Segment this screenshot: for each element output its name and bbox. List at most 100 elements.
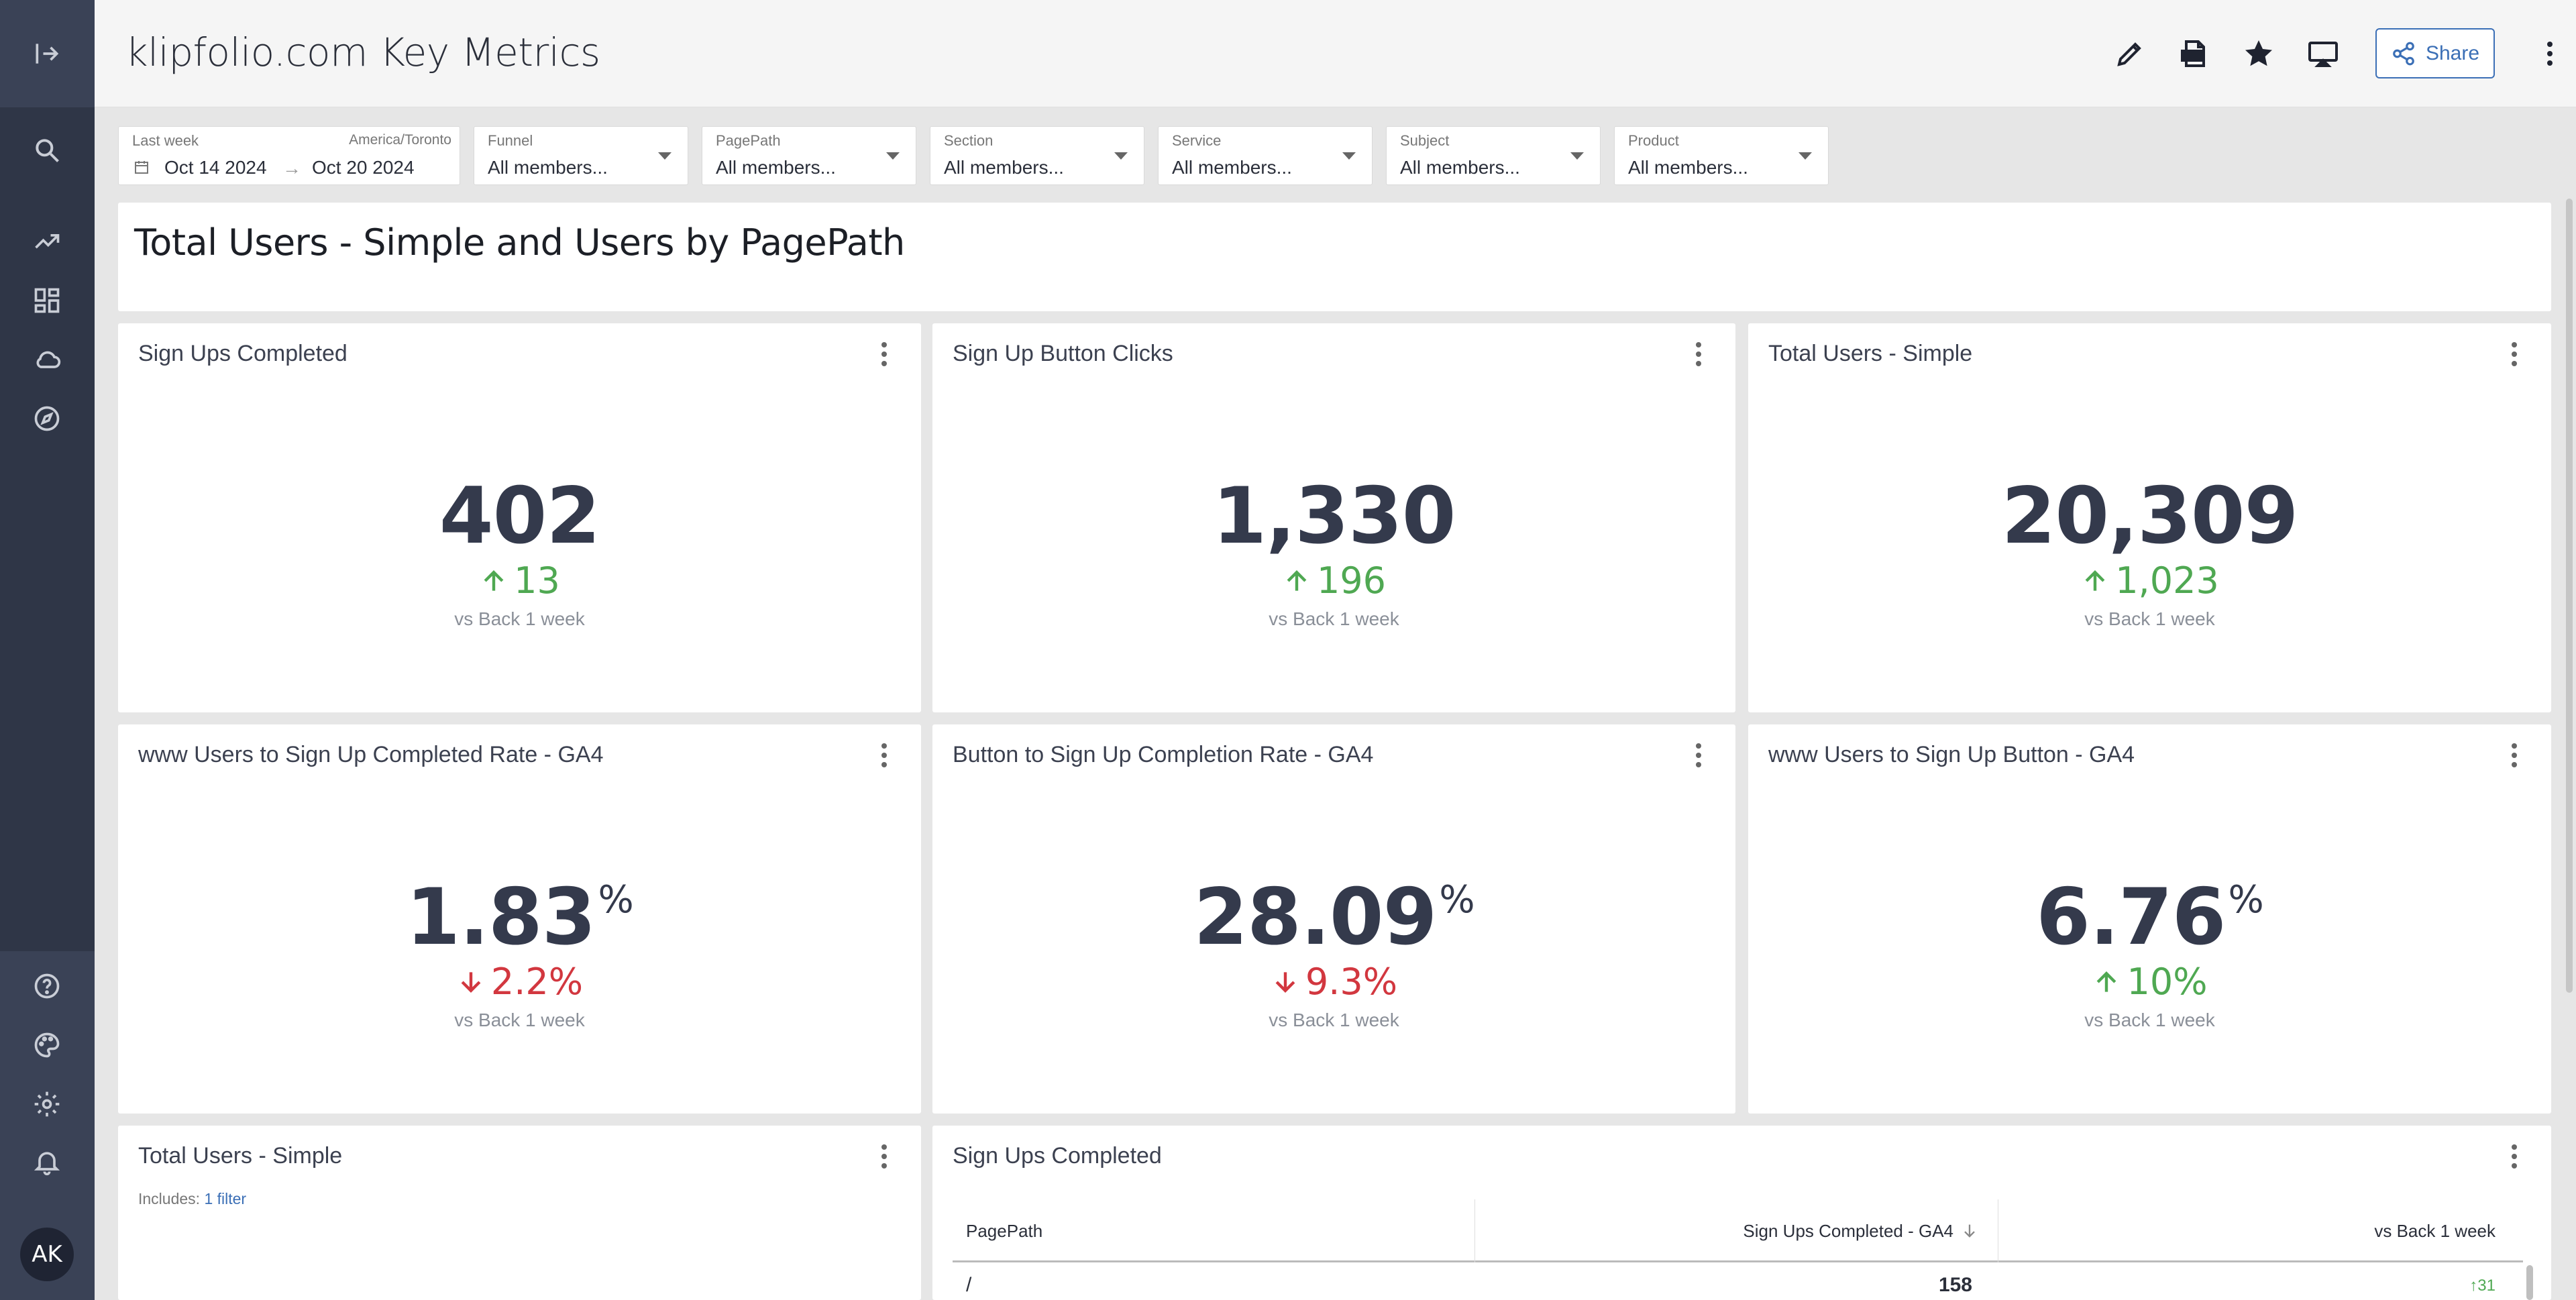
cloud-icon[interactable] (30, 342, 64, 377)
card-title: Total Users - Simple (1768, 341, 1973, 366)
card-sign-ups-completed-table: Sign Ups Completed PagePath Sign Ups Com… (932, 1126, 2551, 1300)
filter-funnel[interactable]: Funnel All members... (474, 126, 688, 185)
card-menu-icon[interactable] (879, 339, 889, 369)
card-title: Sign Ups Completed (138, 341, 347, 366)
metric-delta: 196 (932, 561, 1735, 600)
arrow-right-icon: → (282, 158, 301, 178)
chevron-down-icon (886, 152, 900, 160)
date-end: Oct 20 2024 (312, 157, 415, 178)
metric-block: 20,309 1,023 vs Back 1 week (1748, 478, 2551, 630)
page-scrollbar[interactable] (2566, 199, 2573, 993)
card-title: Sign Up Button Clicks (953, 341, 1173, 366)
chevron-down-icon (1799, 152, 1812, 160)
timezone-label: America/Toronto (349, 132, 451, 148)
table-scrollbar[interactable] (2526, 1265, 2533, 1300)
chevron-down-icon (1342, 152, 1356, 160)
filter-service-value: All members... (1172, 157, 1292, 178)
filter-service-label: Service (1172, 132, 1222, 149)
section-banner: Total Users - Simple and Users by PagePa… (118, 203, 2551, 311)
filter-section[interactable]: Section All members... (930, 126, 1144, 185)
notifications-bell-icon[interactable] (30, 1144, 64, 1179)
filter-subject-label: Subject (1400, 132, 1450, 149)
user-avatar[interactable]: AK (20, 1228, 74, 1281)
chevron-down-icon (1114, 152, 1128, 160)
cell-vs-back: ↑31 (2469, 1277, 2496, 1295)
includes-label: Includes: (138, 1190, 201, 1207)
arrow-up-icon (484, 570, 504, 591)
metric-card-total-users-simple: Total Users - Simple 20,309 1,023 vs Bac… (1748, 323, 2551, 712)
filter-service[interactable]: Service All members... (1158, 126, 1373, 185)
chevron-down-icon (658, 152, 672, 160)
metric-comparison: vs Back 1 week (454, 608, 585, 630)
search-icon[interactable] (30, 133, 64, 168)
card-title: Total Users - Simple (138, 1143, 343, 1169)
chevron-down-icon (1570, 152, 1584, 160)
card-menu-icon[interactable] (2510, 741, 2519, 770)
filter-subject[interactable]: Subject All members... (1386, 126, 1601, 185)
card-menu-icon[interactable] (879, 1142, 889, 1171)
palette-icon[interactable] (30, 1028, 64, 1063)
share-button[interactable]: Share (2375, 28, 2495, 78)
favorite-star-icon[interactable] (2240, 35, 2277, 72)
more-options-icon[interactable] (2531, 35, 2569, 72)
table-row[interactable]: / 158 ↑31 (953, 1264, 2523, 1300)
card-menu-icon[interactable] (879, 741, 889, 770)
column-header-sign-ups[interactable]: Sign Ups Completed - GA4 (1483, 1199, 1979, 1262)
date-range-label: Last week (132, 132, 199, 149)
sort-descending-icon (1964, 1224, 1975, 1238)
includes-filter-link[interactable]: 1 filter (204, 1190, 246, 1207)
metric-card-sign-up-button-clicks: Sign Up Button Clicks 1,330 196 vs Back … (932, 323, 1735, 712)
compass-icon[interactable] (30, 401, 64, 436)
tv-mode-icon[interactable] (2304, 35, 2342, 72)
page-title: klipfolio.com Key Metrics (125, 30, 600, 75)
metric-unit: % (1439, 878, 1474, 922)
metric-card-www-users-to-sign-up-button: www Users to Sign Up Button - GA4 6.76% … (1748, 724, 2551, 1114)
filter-funnel-label: Funnel (488, 132, 533, 149)
metric-block: 1,330 196 vs Back 1 week (932, 478, 1735, 630)
card-menu-icon[interactable] (2510, 1142, 2519, 1171)
expand-sidebar-icon[interactable] (30, 36, 64, 71)
metric-card-www-users-to-sign-up-completed-rate: www Users to Sign Up Completed Rate - GA… (118, 724, 921, 1114)
help-icon[interactable] (30, 969, 64, 1004)
filter-pagepath-label: PagePath (716, 132, 781, 149)
filter-section-value: All members... (944, 157, 1064, 178)
metric-block: 402 13 vs Back 1 week (118, 478, 921, 630)
column-header-sign-ups-label: Sign Ups Completed - GA4 (1743, 1220, 1953, 1241)
includes-filter-note: Includes: 1 filter (138, 1190, 246, 1208)
cell-pagepath: / (966, 1274, 972, 1296)
arrow-up-icon (2085, 570, 2105, 591)
share-button-label: Share (2425, 42, 2480, 64)
card-menu-icon[interactable] (1694, 741, 1703, 770)
metric-delta: 1,023 (1748, 561, 2551, 600)
settings-gear-icon[interactable] (30, 1087, 64, 1122)
card-total-users-simple-filtered: Total Users - Simple Includes: 1 filter (118, 1126, 921, 1300)
filter-product[interactable]: Product All members... (1614, 126, 1829, 185)
metric-delta: 13 (118, 561, 921, 600)
table-header: PagePath Sign Ups Completed - GA4 vs Bac… (953, 1199, 2523, 1262)
dashboards-icon[interactable] (30, 283, 64, 318)
card-menu-icon[interactable] (2510, 339, 2519, 369)
dashboard-header: klipfolio.com Key Metrics Share (95, 0, 2576, 107)
filter-pagepath[interactable]: PagePath All members... (702, 126, 916, 185)
date-start: Oct 14 2024 (164, 157, 267, 178)
section-title: Total Users - Simple and Users by PagePa… (134, 221, 905, 264)
filter-funnel-value: All members... (488, 157, 608, 178)
metric-value: 1.83% (406, 872, 633, 963)
calendar-icon (135, 161, 148, 174)
metric-block: 1.83% 2.2% vs Back 1 week (118, 879, 921, 1031)
metric-delta: 9.3% (932, 962, 1735, 1001)
date-range-filter[interactable]: Last week America/Toronto Oct 14 2024 → … (118, 126, 460, 185)
metric-value: 20,309 (2001, 471, 2299, 561)
metric-comparison: vs Back 1 week (1269, 1010, 1399, 1031)
pdf-export-icon[interactable] (2176, 35, 2213, 72)
column-header-pagepath[interactable]: PagePath (966, 1199, 1042, 1262)
edit-pencil-icon[interactable] (2111, 35, 2149, 72)
arrow-down-icon (1275, 972, 1295, 993)
arrow-up-icon (2097, 971, 2116, 992)
card-menu-icon[interactable] (1694, 339, 1703, 369)
left-rail: AK (0, 0, 95, 1300)
metrics-trend-icon[interactable] (30, 224, 64, 259)
column-header-vs-back[interactable]: vs Back 1 week (2006, 1199, 2496, 1262)
metric-card-button-to-sign-up-completion-rate: Button to Sign Up Completion Rate - GA4 … (932, 724, 1735, 1114)
card-title: www Users to Sign Up Button - GA4 (1768, 742, 2135, 767)
